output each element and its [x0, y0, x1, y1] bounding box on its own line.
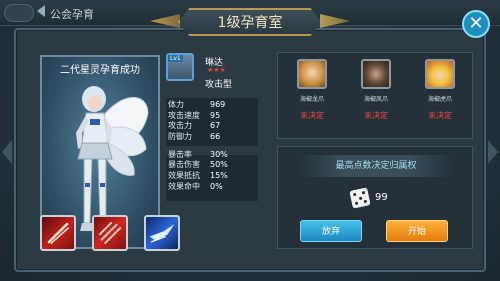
pet-slot-3[interactable]: 海椒虎爪 未决定: [414, 59, 466, 121]
hero-avatar: Lv1: [166, 53, 194, 81]
dice-icon: [349, 187, 371, 209]
pet-name: 海椒龙爪: [299, 96, 324, 103]
blonde-pet-icon[interactable]: [425, 59, 455, 89]
priority-label: 最高点数决定归属权: [298, 155, 454, 177]
stat-label: 攻击力: [168, 121, 192, 131]
back-arrow-icon[interactable]: [37, 5, 45, 17]
slash-skill-icon[interactable]: [40, 215, 76, 251]
pet-name: 海椒虎爪: [427, 96, 452, 103]
close-button[interactable]: ✕: [462, 10, 490, 38]
hero-stats: 体力 969 攻击速度 95 攻击力 67 防御力 66 暴击率 30% 暴击伤…: [168, 99, 258, 192]
pet-status: 未决定: [428, 111, 452, 120]
stat-label: 攻击速度: [168, 110, 200, 120]
stat-value: 67: [210, 121, 221, 131]
hero-type: 攻击型: [205, 80, 233, 90]
pet-status: 未决定: [364, 111, 388, 120]
stat-label: 效果抵抗: [168, 170, 200, 180]
stat-value: 969: [210, 99, 226, 109]
stat-row-crit-rate: 暴击率 30%: [168, 149, 258, 160]
stat-label: 效果命中: [168, 181, 200, 191]
pet-status: 未决定: [300, 111, 324, 120]
start-button[interactable]: 开始: [386, 220, 448, 242]
stat-row-defense: 防御力 66: [168, 131, 258, 142]
dice-value: 99: [375, 192, 388, 203]
stat-value: 15%: [210, 170, 228, 180]
hero-level-badge: Lv1: [168, 55, 183, 62]
claw-skill-icon[interactable]: [92, 215, 128, 251]
stat-row-effect-resist: 效果抵抗 15%: [168, 170, 258, 181]
stat-row-attack-speed: 攻击速度 95: [168, 110, 258, 121]
stat-row-attack: 攻击力 67: [168, 120, 258, 131]
give-up-button[interactable]: 放弃: [300, 220, 362, 242]
stat-row-crit-damage: 暴击伤害 50%: [168, 159, 258, 170]
lion-pet-icon[interactable]: [297, 59, 327, 89]
back-button[interactable]: [4, 4, 34, 22]
pet-name: 海椒凤爪: [363, 96, 388, 103]
left-page-arrow-icon[interactable]: [2, 140, 12, 164]
hero-panel: 二代星灵孕育成功 Lv1 琳达 ★★★ 攻击型 体力 969 攻击速度 95 攻…: [26, 46, 266, 264]
close-icon[interactable]: ✕: [468, 13, 483, 34]
breadcrumb: 公会孕育: [50, 8, 94, 21]
pet-slot-2[interactable]: 海椒凤爪 未决定: [350, 59, 402, 121]
dialog-title: 1级孕育室: [178, 8, 322, 36]
stat-value: 95: [210, 110, 221, 120]
stat-label: 暴击率: [168, 149, 192, 159]
stat-value: 50%: [210, 160, 228, 170]
pet-slot-1[interactable]: 海椒龙爪 未决定: [286, 59, 338, 121]
candidate-pets-panel: 海椒龙爪 未决定 海椒凤爪 未决定 海椒虎爪 未决定: [277, 52, 473, 139]
stat-value: 30%: [210, 149, 228, 159]
stat-value: 66: [210, 131, 221, 141]
right-page-arrow-icon[interactable]: [488, 140, 498, 164]
stat-row-effect-hit: 效果命中 0%: [168, 181, 258, 192]
stat-row-hp: 体力 969: [168, 99, 258, 110]
dash-skill-icon[interactable]: [144, 215, 180, 251]
stat-value: 0%: [210, 181, 223, 191]
roll-panel: 最高点数决定归属权 99 放弃 开始: [277, 146, 473, 249]
stat-label: 暴击伤害: [168, 160, 200, 170]
stat-label: 体力: [168, 99, 184, 109]
stat-label: 防御力: [168, 131, 192, 141]
hero-star-rating: ★★★: [207, 66, 226, 74]
monkey-pet-icon[interactable]: [361, 59, 391, 89]
